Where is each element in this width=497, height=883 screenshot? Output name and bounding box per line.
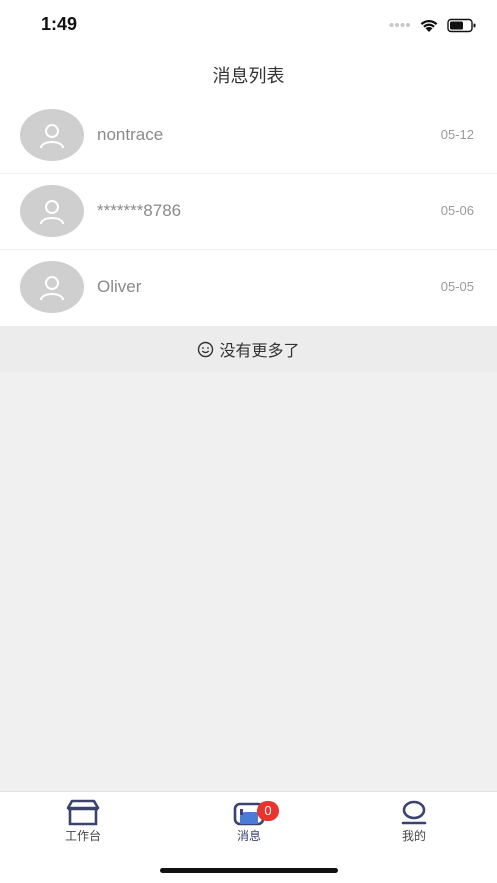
avatar — [20, 109, 84, 161]
user-icon — [40, 200, 64, 225]
contact-name: nontrace — [97, 125, 164, 144]
tab-messages[interactable]: 消息 0 — [189, 798, 309, 848]
nav-bar: 消息列表 — [0, 48, 497, 98]
tab-workbench[interactable]: 工作台 — [23, 798, 143, 848]
message-row[interactable]: nontrace 05-12 — [0, 98, 497, 174]
store-icon — [66, 799, 100, 826]
message-date: 05-06 — [440, 203, 474, 218]
profile-icon — [401, 800, 427, 825]
tab-label: 我的 — [401, 829, 426, 843]
unread-badge: 0 — [257, 801, 279, 821]
user-icon — [40, 276, 64, 301]
message-date: 05-05 — [440, 279, 474, 294]
contact-name: *******8786 — [97, 201, 182, 220]
status-time: 1:49 — [41, 14, 78, 34]
wifi-icon — [420, 19, 438, 32]
no-more-indicator: 没有更多了 — [0, 326, 497, 372]
message-row[interactable]: *******8786 05-06 — [0, 174, 497, 250]
status-icons — [389, 16, 477, 34]
message-row[interactable]: Oliver 05-05 — [0, 250, 497, 326]
contact-name: Oliver — [97, 277, 142, 296]
avatar — [20, 185, 84, 237]
avatar — [20, 261, 84, 313]
smile-icon — [198, 341, 214, 357]
tab-label: 消息 — [236, 829, 261, 843]
message-list: nontrace 05-12 *******8786 05-06 Oliver … — [0, 98, 497, 326]
tab-profile[interactable]: 我的 — [354, 798, 474, 848]
user-icon — [40, 124, 64, 149]
home-indicator — [160, 868, 338, 873]
page-title: 消息列表 — [212, 66, 285, 86]
signal-dots-icon — [389, 23, 410, 27]
status-bar: 1:49 — [0, 0, 497, 48]
no-more-text: 没有更多了 — [219, 343, 300, 360]
tab-label: 工作台 — [64, 829, 101, 843]
message-date: 05-12 — [440, 127, 474, 142]
battery-icon — [447, 18, 476, 32]
